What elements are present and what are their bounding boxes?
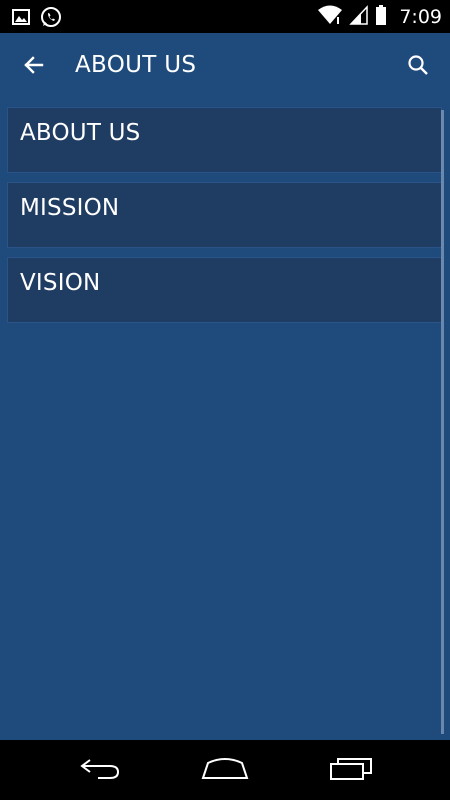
search-button[interactable] bbox=[402, 51, 434, 83]
home-nav-icon bbox=[200, 755, 250, 785]
nav-recents-button[interactable] bbox=[322, 752, 382, 788]
status-left bbox=[12, 6, 62, 32]
back-button[interactable] bbox=[18, 51, 50, 83]
arrow-left-icon bbox=[22, 53, 46, 81]
nav-bar bbox=[0, 740, 450, 800]
status-time: 7:09 bbox=[399, 6, 442, 28]
menu-item-about-us[interactable]: ABOUT US bbox=[7, 107, 442, 173]
menu-item-label: MISSION bbox=[20, 195, 120, 221]
scrollbar[interactable] bbox=[441, 110, 444, 734]
menu-item-vision[interactable]: VISION bbox=[7, 257, 442, 323]
menu-list: ABOUT US MISSION VISION bbox=[7, 107, 442, 332]
menu-item-label: VISION bbox=[20, 270, 101, 296]
status-right: 7:09 bbox=[317, 4, 442, 30]
battery-icon bbox=[375, 4, 387, 30]
app-bar: ABOUT US bbox=[0, 33, 450, 101]
status-bar: 7:09 bbox=[0, 0, 450, 33]
menu-item-label: ABOUT US bbox=[20, 120, 141, 146]
recents-nav-icon bbox=[329, 755, 375, 785]
page-title: ABOUT US bbox=[75, 52, 197, 78]
nav-back-button[interactable] bbox=[70, 752, 130, 788]
image-notification-icon bbox=[12, 9, 30, 29]
menu-item-mission[interactable]: MISSION bbox=[7, 182, 442, 248]
back-nav-icon bbox=[78, 756, 122, 784]
nav-home-button[interactable] bbox=[195, 752, 255, 788]
search-icon bbox=[406, 53, 430, 81]
whatsapp-icon bbox=[40, 6, 62, 32]
signal-icon bbox=[349, 4, 369, 30]
wifi-icon bbox=[317, 4, 343, 30]
